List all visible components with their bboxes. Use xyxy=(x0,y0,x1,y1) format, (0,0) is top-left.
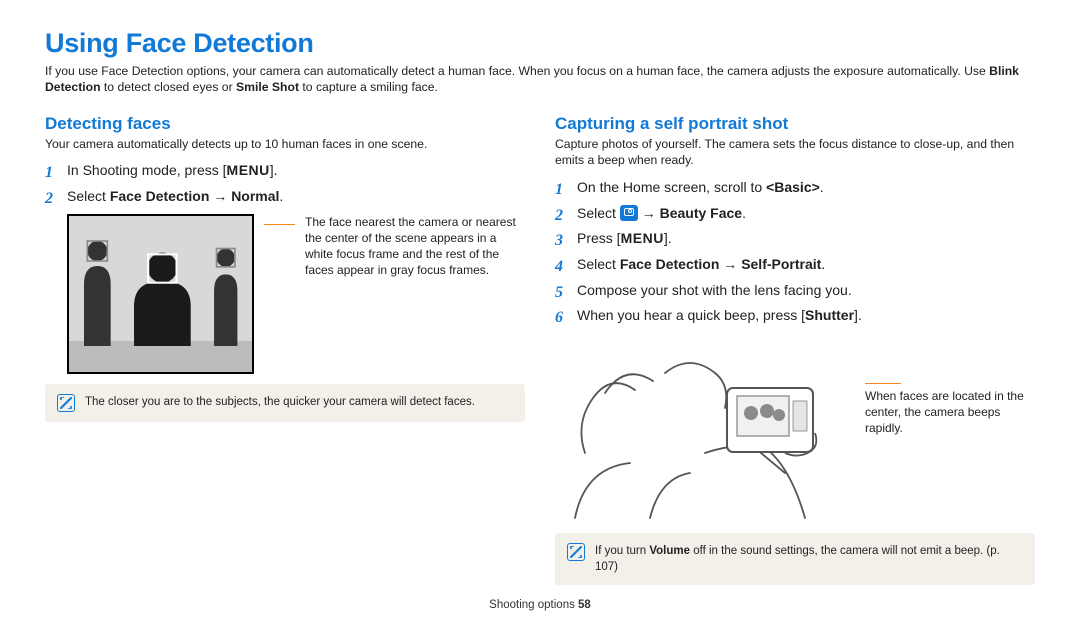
left-step1-text-b: ]. xyxy=(270,162,278,178)
left-step2-b: Face Detection xyxy=(110,188,210,204)
r2d: . xyxy=(742,205,746,221)
right-step-5: Compose your shot with the lens facing y… xyxy=(555,280,1035,302)
rt-b: Volume xyxy=(649,545,690,557)
left-step2-c: → xyxy=(209,188,231,204)
figure-1-caption: The face nearest the camera or nearest t… xyxy=(305,214,525,279)
left-tip-box: The closer you are to the subjects, the … xyxy=(45,384,525,422)
figure-2-row: When faces are located in the center, th… xyxy=(555,333,1035,523)
left-step1-text-a: In Shooting mode, press [ xyxy=(67,162,227,178)
r6b: Shutter xyxy=(805,307,854,323)
rt-a: If you turn xyxy=(595,545,649,557)
page-title: Using Face Detection xyxy=(45,28,1035,59)
intro-text-3: to capture a smiling face. xyxy=(299,80,438,94)
r2a: Select xyxy=(577,205,620,221)
left-step2-d: Normal xyxy=(231,188,279,204)
figure-2-caption: When faces are located in the center, th… xyxy=(865,388,1035,437)
intro-text-1: If you use Face Detection options, your … xyxy=(45,64,989,78)
manual-page: Using Face Detection If you use Face Det… xyxy=(0,0,1080,621)
right-step-2: Select → Beauty Face. xyxy=(555,203,1035,225)
r4b: Face Detection xyxy=(620,256,720,272)
right-tip-text: If you turn Volume off in the sound sett… xyxy=(595,543,1023,575)
right-step-6: When you hear a quick beep, press [Shutt… xyxy=(555,305,1035,327)
intro-paragraph: If you use Face Detection options, your … xyxy=(45,63,1035,96)
footer-page-number: 58 xyxy=(578,599,591,611)
r1a: On the Home screen, scroll to xyxy=(577,179,766,195)
right-steps: On the Home screen, scroll to <Basic>. S… xyxy=(555,177,1035,327)
menu-key: MENU xyxy=(621,228,664,250)
left-steps: In Shooting mode, press [MENU]. Select F… xyxy=(45,160,525,207)
left-step2-e: . xyxy=(279,188,283,204)
r4d: Self-Portrait xyxy=(741,256,821,272)
left-step2-a: Select xyxy=(67,188,110,204)
right-tip-box: If you turn Volume off in the sound sett… xyxy=(555,533,1035,585)
callout-connector xyxy=(865,383,901,384)
r4e: . xyxy=(821,256,825,272)
figure-self-portrait xyxy=(555,333,855,523)
r3b: ]. xyxy=(664,230,672,246)
note-icon xyxy=(57,394,75,412)
figure-detecting-faces xyxy=(67,214,254,374)
right-step-4: Select Face Detection → Self-Portrait. xyxy=(555,254,1035,276)
figure-2-svg xyxy=(555,333,855,523)
left-tip-text: The closer you are to the subjects, the … xyxy=(85,394,475,410)
r6a: When you hear a quick beep, press [ xyxy=(577,307,805,323)
right-lede: Capture photos of yourself. The camera s… xyxy=(555,136,1035,169)
intro-bold-2: Smile Shot xyxy=(236,80,299,94)
r4a: Select xyxy=(577,256,620,272)
note-icon xyxy=(567,543,585,561)
section-heading-self-portrait: Capturing a self portrait shot xyxy=(555,114,1035,134)
menu-key: MENU xyxy=(227,160,270,182)
r6c: ]. xyxy=(854,307,862,323)
left-step-2: Select Face Detection → Normal. xyxy=(45,186,525,208)
camera-app-icon xyxy=(620,205,638,221)
left-column: Detecting faces Your camera automaticall… xyxy=(45,114,525,585)
left-lede: Your camera automatically detects up to … xyxy=(45,136,525,152)
intro-text-2: to detect closed eyes or xyxy=(101,80,237,94)
r3a: Press [ xyxy=(577,230,621,246)
r2c: Beauty Face xyxy=(660,205,742,221)
page-footer: Shooting options 58 xyxy=(45,599,1035,611)
r1b: <Basic> xyxy=(766,179,820,195)
callout-connector xyxy=(264,224,295,225)
figure-1-row: The face nearest the camera or nearest t… xyxy=(67,214,525,374)
left-step-1: In Shooting mode, press [MENU]. xyxy=(45,160,525,182)
r4c: → xyxy=(719,256,741,272)
figure-1-svg xyxy=(69,216,252,349)
r1c: . xyxy=(820,179,824,195)
right-step-3: Press [MENU]. xyxy=(555,228,1035,250)
section-heading-detecting-faces: Detecting faces xyxy=(45,114,525,134)
right-step-1: On the Home screen, scroll to <Basic>. xyxy=(555,177,1035,199)
footer-section: Shooting options xyxy=(489,599,578,611)
two-column-layout: Detecting faces Your camera automaticall… xyxy=(45,114,1035,585)
right-column: Capturing a self portrait shot Capture p… xyxy=(555,114,1035,585)
r2b: → xyxy=(638,205,660,221)
